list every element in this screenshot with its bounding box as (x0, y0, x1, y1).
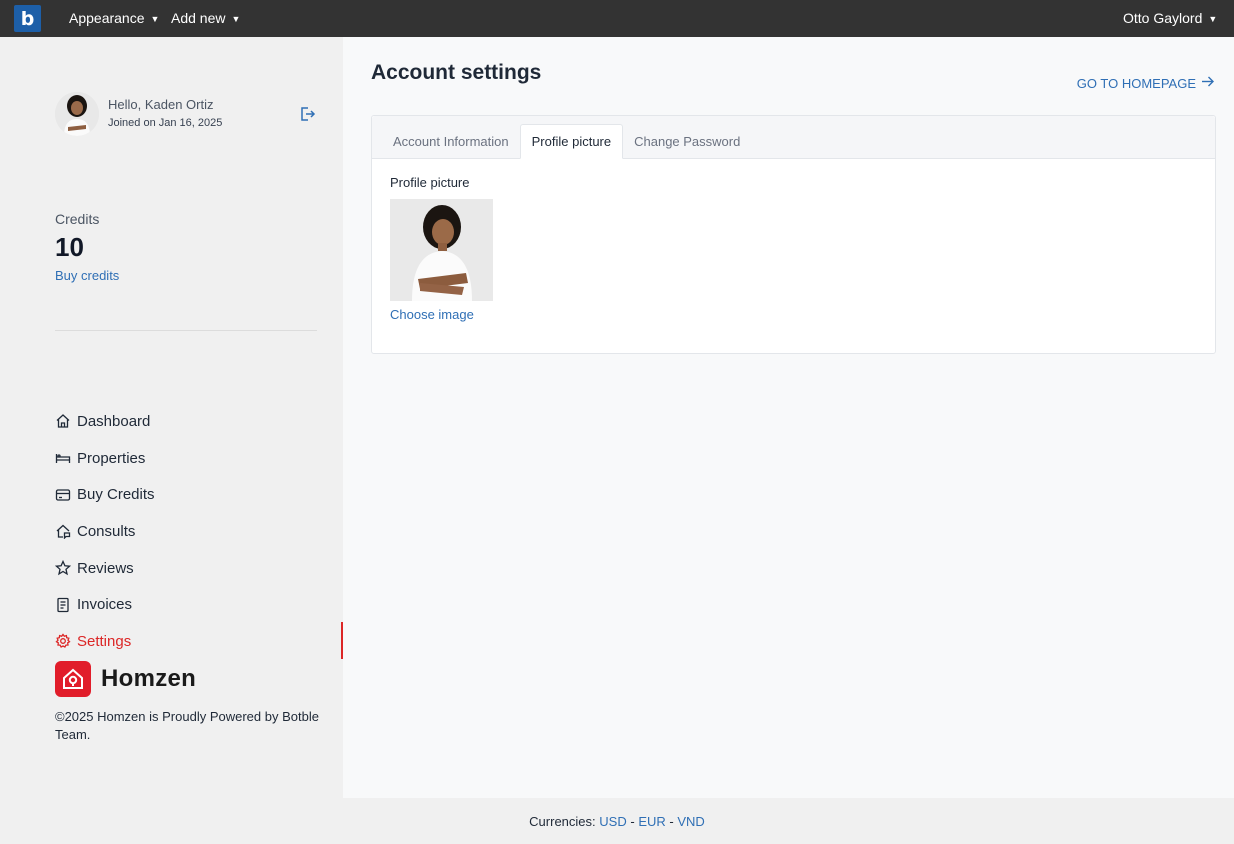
currency-eur-link[interactable]: EUR (638, 814, 665, 829)
currency-separator: - (630, 813, 635, 829)
sidebar-item-label: Invoices (77, 596, 133, 614)
credit-card-icon (55, 487, 71, 503)
caret-down-icon: ▼ (1208, 14, 1218, 24)
greeting-text: Hello, Kaden Ortiz (108, 97, 214, 112)
bed-icon (55, 450, 71, 466)
receipt-icon (55, 597, 71, 613)
joined-date: Joined on Jan 16, 2025 (108, 117, 223, 129)
copyright-text: ©2025 Homzen is Proudly Powered by Botbl… (55, 709, 319, 742)
buy-credits-link[interactable]: Buy credits (55, 268, 119, 283)
currency-separator: - (669, 813, 674, 829)
avatar (55, 92, 99, 136)
add-new-menu-label: Add new (171, 10, 226, 26)
appearance-menu-label: Appearance (69, 10, 145, 26)
sidebar-item-label: Properties (77, 449, 146, 467)
sidebar-nav: Dashboard Properties Buy Credits Consult… (55, 403, 343, 660)
arrow-right-icon (1201, 75, 1214, 91)
sidebar-item-label: Dashboard (77, 412, 151, 430)
sidebar-item-properties[interactable]: Properties (55, 440, 343, 477)
credits-label: Credits (55, 211, 100, 227)
add-new-menu[interactable]: Add new ▼ (171, 10, 240, 26)
admin-topbar: b Appearance ▼ Add new ▼ Otto Gaylord ▼ (0, 0, 1234, 37)
credits-value: 10 (55, 232, 84, 262)
caret-down-icon: ▼ (150, 14, 160, 24)
sidebar-item-dashboard[interactable]: Dashboard (55, 403, 343, 440)
choose-image-link[interactable]: Choose image (390, 307, 474, 322)
logout-icon[interactable] (297, 104, 317, 124)
homzen-logo-text: Homzen (101, 665, 197, 692)
sidebar-item-label: Buy Credits (77, 486, 155, 504)
sidebar-item-label: Reviews (77, 559, 134, 577)
sidebar-item-label: Consults (77, 522, 136, 540)
settings-tabs: Account Information Profile picture Chan… (372, 116, 1215, 159)
currency-vnd-link[interactable]: VND (677, 814, 704, 829)
sidebar-item-buy-credits[interactable]: Buy Credits (55, 476, 343, 513)
appearance-menu[interactable]: Appearance ▼ (69, 10, 159, 26)
sidebar-item-label: Settings (77, 632, 132, 650)
sidebar-item-settings[interactable]: Settings (55, 622, 343, 660)
sidebar-item-consults[interactable]: Consults (55, 513, 343, 550)
star-icon (55, 560, 71, 576)
tab-change-password[interactable]: Change Password (623, 125, 751, 158)
home-icon (55, 413, 71, 429)
user-menu-name: Otto Gaylord (1123, 10, 1203, 26)
caret-down-icon: ▼ (231, 14, 241, 24)
gear-icon (55, 633, 71, 649)
profile-picture-label: Profile picture (390, 175, 470, 190)
currencies-label: Currencies: (529, 813, 596, 829)
page-title: Account settings (371, 61, 542, 84)
sidebar-item-reviews[interactable]: Reviews (55, 550, 343, 587)
go-to-homepage-link[interactable]: GO TO HOMEPAGE (1077, 75, 1214, 91)
settings-card: Account Information Profile picture Chan… (371, 115, 1216, 354)
botble-logo-icon[interactable]: b (14, 5, 41, 32)
currency-usd-link[interactable]: USD (599, 814, 626, 829)
tab-account-information[interactable]: Account Information (382, 125, 520, 158)
profile-picture-image (390, 199, 493, 301)
tab-profile-picture[interactable]: Profile picture (519, 124, 624, 159)
footer: Currencies: USD - EUR - VND (0, 798, 1234, 844)
homzen-logo-icon (55, 661, 91, 697)
go-to-homepage-label: GO TO HOMEPAGE (1076, 75, 1196, 91)
homzen-logo[interactable]: Homzen (55, 661, 196, 697)
house-chat-icon (55, 523, 71, 540)
user-menu[interactable]: Otto Gaylord ▼ (1123, 10, 1217, 26)
sidebar-divider (55, 330, 317, 331)
sidebar-item-invoices[interactable]: Invoices (55, 586, 343, 623)
